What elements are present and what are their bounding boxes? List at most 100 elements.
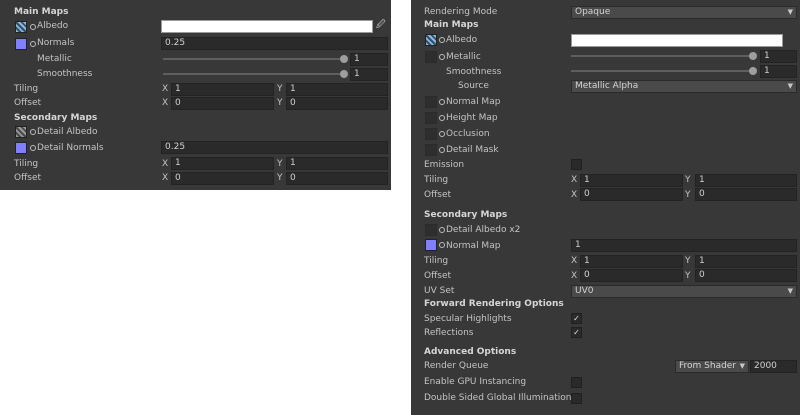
secondary-tiling-y-field[interactable]: 1 bbox=[286, 157, 388, 170]
tiling-label: Tiling bbox=[14, 84, 39, 94]
secondary-tiling-y-label: Y bbox=[277, 159, 283, 169]
secondary-normal-map-label: Normal Map bbox=[446, 241, 501, 251]
secondary-offset-y-label: Y bbox=[277, 173, 283, 183]
height-map-texture-slot[interactable] bbox=[425, 112, 437, 124]
smoothness-slider-track[interactable] bbox=[571, 70, 756, 72]
detail-mask-label: Detail Mask bbox=[446, 145, 499, 155]
normals-texture-slot[interactable] bbox=[15, 38, 27, 50]
smoothness-slider-track[interactable] bbox=[163, 73, 343, 75]
detail-mask-texture-slot[interactable] bbox=[425, 144, 437, 156]
metallic-slider-knob[interactable] bbox=[340, 55, 348, 63]
secondary-normal-map-value-field[interactable]: 1 bbox=[571, 239, 797, 252]
metallic-value-field[interactable]: 1 bbox=[760, 50, 797, 63]
albedo-texture-slot[interactable] bbox=[15, 21, 27, 33]
normal-map-texture-slot[interactable] bbox=[425, 96, 437, 108]
metallic-texture-slot[interactable] bbox=[425, 51, 437, 63]
rendering-mode-dropdown[interactable]: Opaque ▼ bbox=[571, 6, 797, 19]
secondary-offset-y-field[interactable]: 0 bbox=[695, 269, 797, 282]
gpu-instancing-label: Enable GPU Instancing bbox=[424, 377, 527, 387]
tiling-y-label: Y bbox=[277, 84, 283, 94]
left-inspector-panel: Main Maps Albedo 🖉 Normals 0.25 Metallic… bbox=[0, 0, 391, 190]
offset-y-field[interactable]: 0 bbox=[695, 188, 797, 201]
metallic-slider-track[interactable] bbox=[571, 55, 756, 57]
secondary-offset-x-field[interactable]: 0 bbox=[580, 269, 683, 282]
normal-map-picker-dot-icon[interactable] bbox=[439, 99, 445, 105]
render-queue-value-field[interactable]: 2000 bbox=[750, 360, 797, 373]
albedo-label: Albedo bbox=[37, 21, 69, 31]
offset-x-field[interactable]: 0 bbox=[171, 97, 274, 110]
chevron-down-icon: ▼ bbox=[787, 8, 793, 16]
height-map-picker-dot-icon[interactable] bbox=[439, 115, 445, 121]
detail-mask-picker-dot-icon[interactable] bbox=[439, 147, 445, 153]
smoothness-slider-knob[interactable] bbox=[749, 67, 757, 75]
double-sided-gi-checkbox[interactable] bbox=[571, 393, 582, 404]
offset-x-field[interactable]: 0 bbox=[580, 188, 683, 201]
albedo-color-field[interactable] bbox=[161, 20, 373, 33]
specular-highlights-checkbox[interactable]: ✓ bbox=[571, 313, 582, 324]
gpu-instancing-checkbox[interactable] bbox=[571, 377, 582, 388]
advanced-options-header: Advanced Options bbox=[424, 347, 517, 357]
metallic-picker-dot-icon[interactable] bbox=[439, 54, 445, 60]
offset-y-field[interactable]: 0 bbox=[286, 97, 388, 110]
secondary-tiling-y-label: Y bbox=[685, 256, 691, 266]
detail-albedo-texture-slot[interactable] bbox=[425, 224, 437, 236]
secondary-normal-map-picker-dot-icon[interactable] bbox=[439, 242, 445, 248]
smoothness-slider-knob[interactable] bbox=[340, 70, 348, 78]
tiling-y-field[interactable]: 1 bbox=[695, 174, 797, 187]
smoothness-value-field[interactable]: 1 bbox=[350, 68, 388, 81]
metallic-slider-track[interactable] bbox=[163, 58, 343, 60]
occlusion-picker-dot-icon[interactable] bbox=[439, 131, 445, 137]
tiling-label: Tiling bbox=[424, 175, 449, 185]
detail-normals-label: Detail Normals bbox=[37, 143, 104, 153]
emission-checkbox[interactable] bbox=[571, 159, 582, 170]
secondary-normal-map-texture-slot[interactable] bbox=[425, 239, 437, 251]
albedo-picker-dot-icon[interactable] bbox=[30, 24, 36, 30]
detail-normals-picker-dot-icon[interactable] bbox=[30, 145, 36, 151]
secondary-tiling-x-label: X bbox=[571, 256, 578, 266]
render-queue-label: Render Queue bbox=[424, 361, 489, 371]
normals-picker-dot-icon[interactable] bbox=[30, 41, 36, 47]
albedo-picker-dot-icon[interactable] bbox=[439, 37, 445, 43]
detail-normals-texture-slot[interactable] bbox=[15, 142, 27, 154]
offset-label: Offset bbox=[424, 190, 452, 200]
detail-normals-value-field[interactable]: 0.25 bbox=[161, 141, 388, 154]
eyedropper-icon[interactable]: 🖉 bbox=[376, 20, 386, 30]
secondary-tiling-label: Tiling bbox=[14, 159, 39, 169]
uv-set-dropdown[interactable]: UV0 ▼ bbox=[571, 285, 797, 298]
metallic-value-field[interactable]: 1 bbox=[350, 53, 388, 66]
occlusion-label: Occlusion bbox=[446, 129, 490, 139]
secondary-maps-header: Secondary Maps bbox=[424, 210, 508, 220]
secondary-offset-x-field[interactable]: 0 bbox=[171, 172, 274, 185]
secondary-offset-y-field[interactable]: 0 bbox=[286, 172, 388, 185]
metallic-slider-knob[interactable] bbox=[749, 52, 757, 60]
albedo-label: Albedo bbox=[446, 35, 478, 45]
render-queue-mode-dropdown[interactable]: From Shader ▼ bbox=[675, 360, 749, 373]
secondary-tiling-x-field[interactable]: 1 bbox=[171, 157, 274, 170]
tiling-x-field[interactable]: 1 bbox=[171, 83, 274, 96]
detail-albedo-texture-slot[interactable] bbox=[15, 126, 27, 138]
occlusion-texture-slot[interactable] bbox=[425, 128, 437, 140]
secondary-tiling-x-label: X bbox=[162, 159, 169, 169]
normal-map-label: Normal Map bbox=[446, 97, 501, 107]
normals-value-field[interactable]: 0.25 bbox=[161, 37, 388, 50]
metallic-label: Metallic bbox=[37, 54, 72, 64]
secondary-maps-header: Secondary Maps bbox=[14, 113, 98, 123]
detail-albedo-picker-dot-icon[interactable] bbox=[30, 129, 36, 135]
reflections-checkbox[interactable]: ✓ bbox=[571, 327, 582, 338]
chevron-down-icon: ▼ bbox=[739, 362, 745, 370]
tiling-y-field[interactable]: 1 bbox=[286, 83, 388, 96]
secondary-offset-label: Offset bbox=[14, 173, 42, 183]
albedo-texture-slot[interactable] bbox=[425, 34, 437, 46]
tiling-x-field[interactable]: 1 bbox=[580, 174, 683, 187]
secondary-tiling-x-field[interactable]: 1 bbox=[580, 255, 683, 268]
smoothness-value-field[interactable]: 1 bbox=[760, 65, 797, 78]
secondary-tiling-y-field[interactable]: 1 bbox=[695, 255, 797, 268]
offset-y-label: Y bbox=[685, 190, 691, 200]
offset-y-label: Y bbox=[277, 98, 283, 108]
emission-label: Emission bbox=[424, 160, 465, 170]
albedo-color-field[interactable] bbox=[571, 34, 783, 47]
smoothness-label: Smoothness bbox=[446, 67, 502, 77]
main-maps-header: Main Maps bbox=[424, 20, 479, 30]
source-dropdown[interactable]: Metallic Alpha ▼ bbox=[571, 80, 797, 93]
detail-albedo-picker-dot-icon[interactable] bbox=[439, 227, 445, 233]
